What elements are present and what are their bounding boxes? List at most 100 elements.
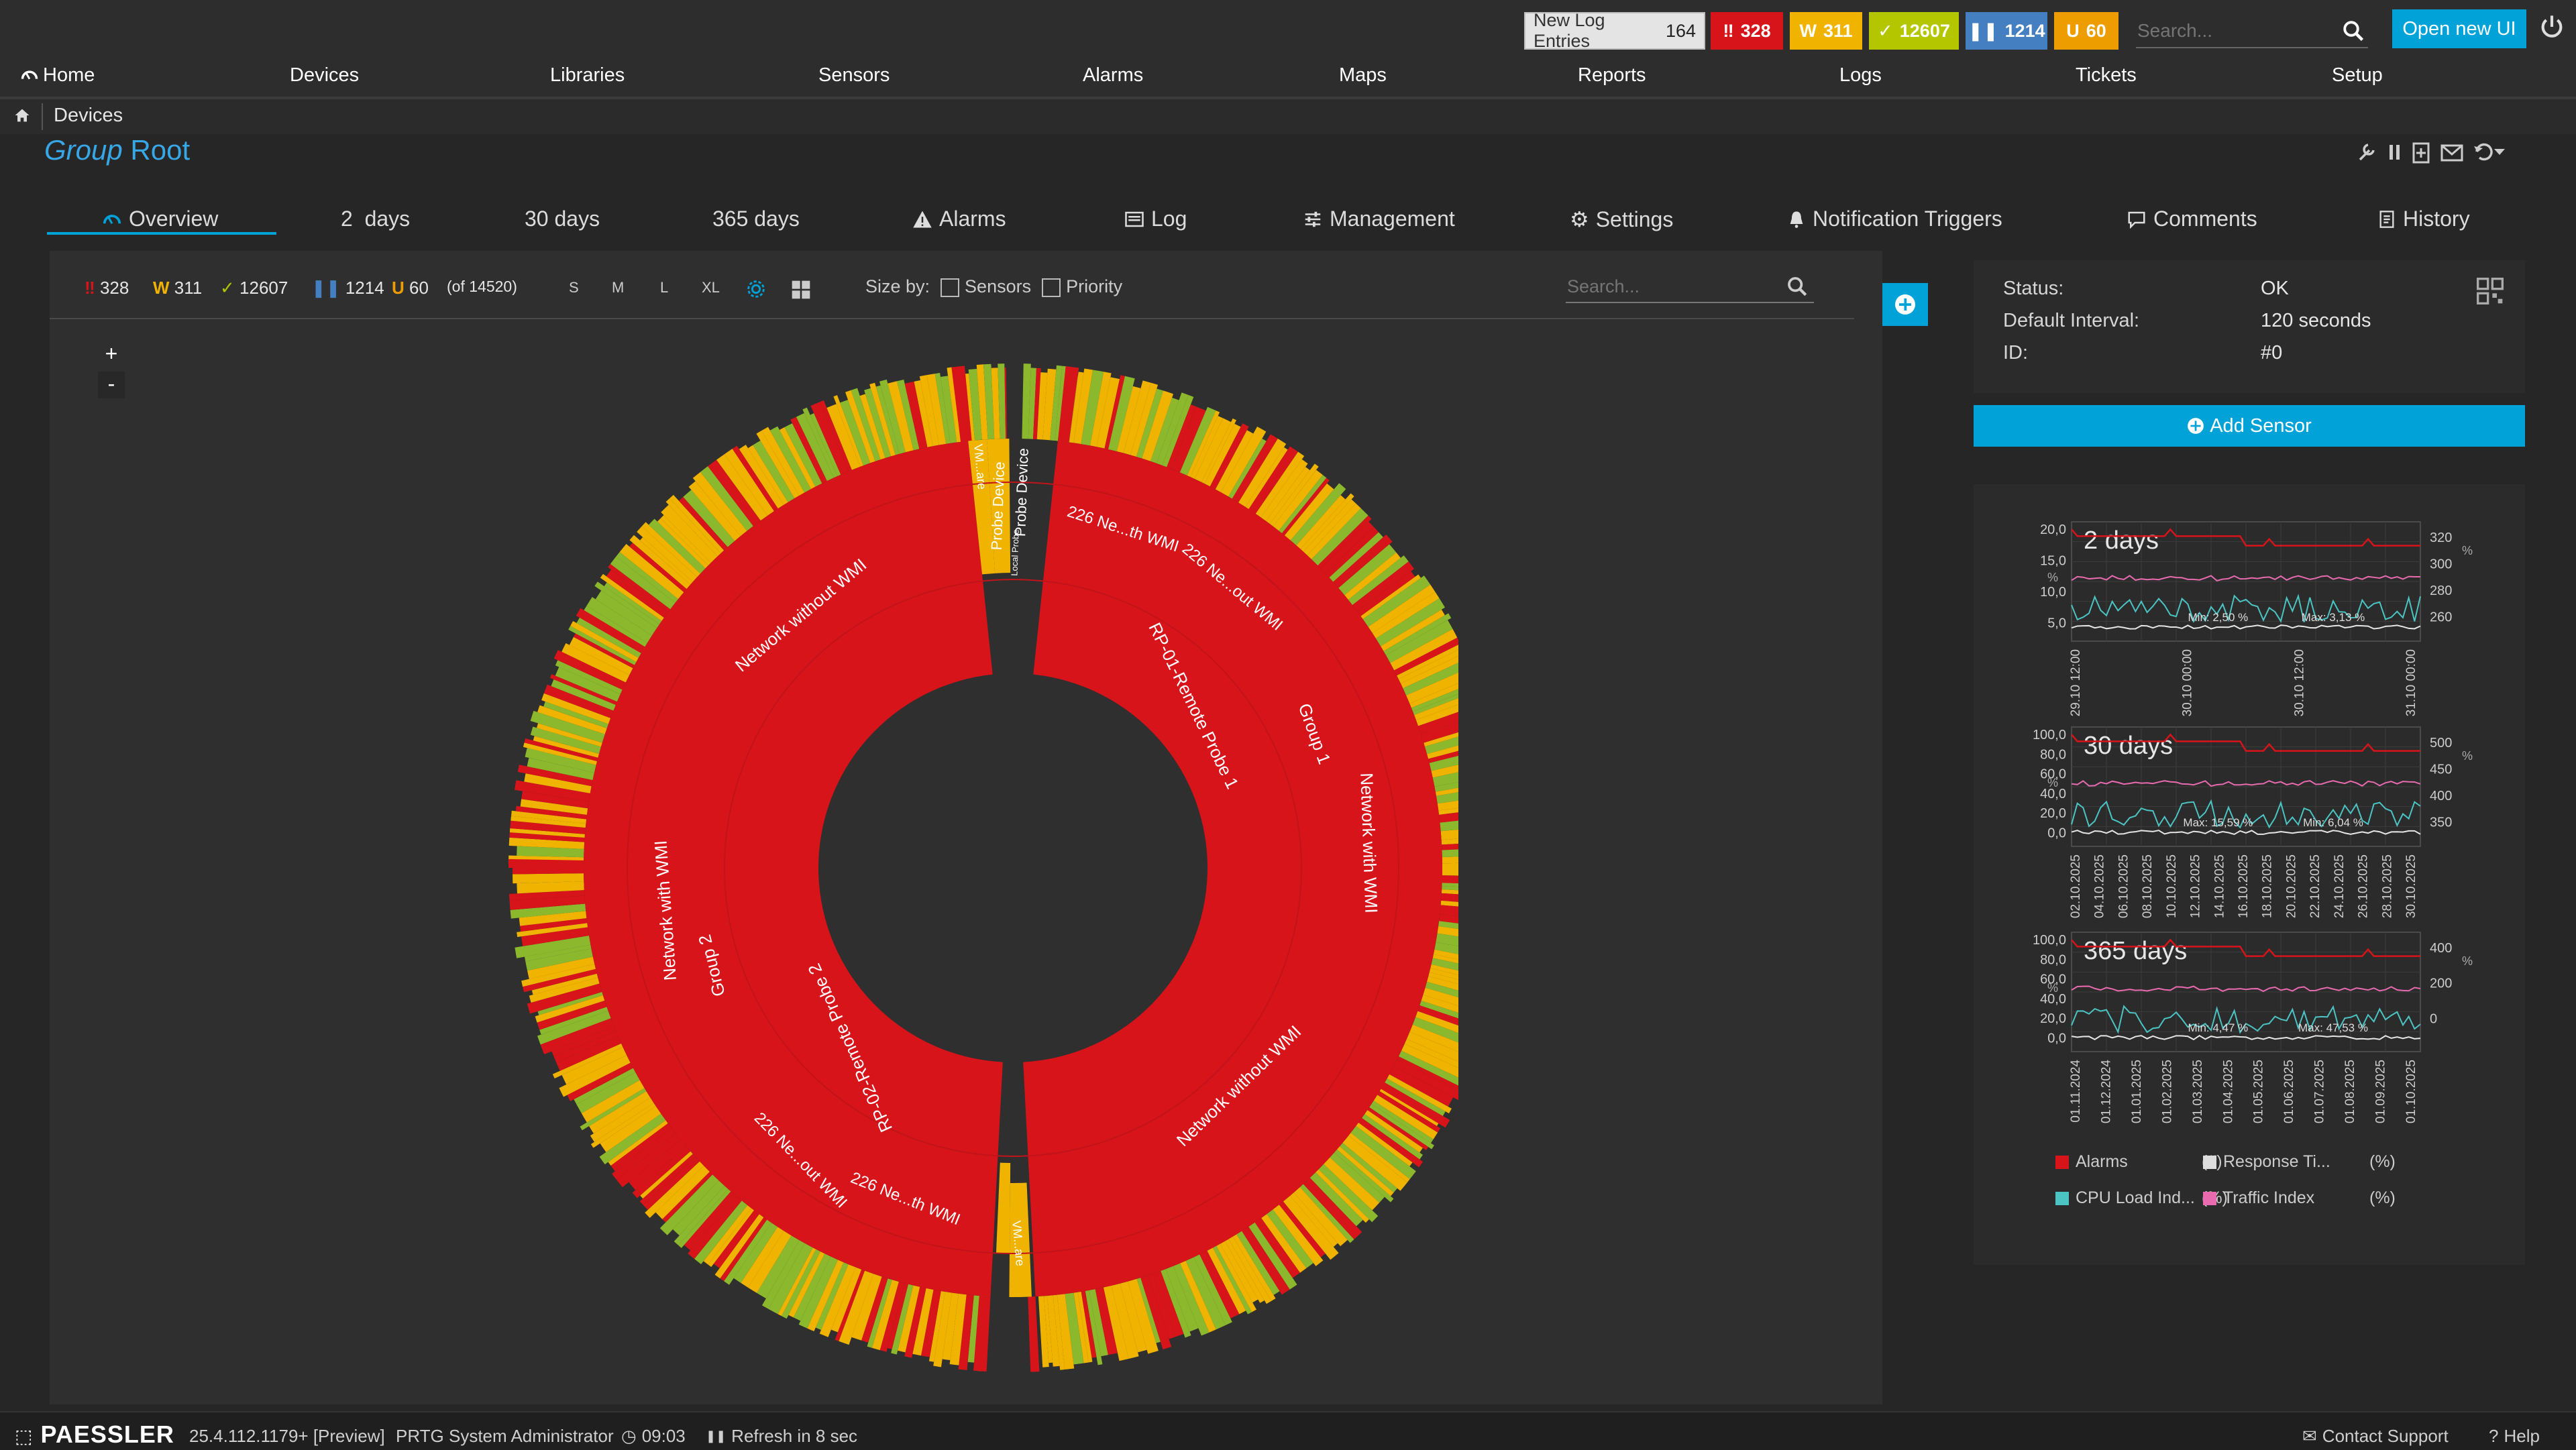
paused-sensors-badge[interactable]: ❚❚ 1214 [1966,12,2047,50]
graph-365-days-x-tick: 01.01.2025 [2130,1060,2144,1123]
qr-code-icon[interactable] [2477,278,2504,304]
probe-device-segment[interactable] [996,1162,1011,1253]
sunburst-chart[interactable]: RP-01-Remote Probe 1RP-02-Remote Probe 2… [439,325,1458,1398]
top-search [2136,15,2368,48]
size-s-button[interactable]: S [569,279,579,296]
refresh-timer[interactable]: ❚❚ Refresh in 8 sec [706,1426,857,1447]
help-label: Help [2504,1426,2540,1446]
nav-item-home[interactable]: Home [20,64,95,87]
breadcrumb-devices[interactable]: Devices [54,105,123,127]
tab-overview[interactable]: Overview [102,207,218,231]
nav-item-maps[interactable]: Maps [1339,64,1387,87]
toolbar-paused-filter[interactable]: ❚❚ 1214 [311,278,384,298]
home-icon[interactable] [12,106,32,125]
graph-365-days-x-tick: 01.07.2025 [2313,1060,2327,1123]
nav-item-sensors[interactable]: Sensors [818,64,890,87]
nav-item-devices[interactable]: Devices [290,64,359,87]
tab-management[interactable]: Management [1303,207,1455,231]
legend-cpu-load[interactable]: CPU Load Ind... (%) [2055,1188,2228,1208]
down-sensors-badge[interactable]: ‼ 328 [1711,12,1783,50]
graph-365-days-x-tick: 01.11.2024 [2069,1060,2083,1123]
add-document-icon[interactable] [2412,142,2430,164]
graph-30-days-note: Max: 15,59 % [2183,816,2253,829]
graph-2-days-title: 2 days [2084,526,2159,555]
tab-comments[interactable]: Comments [2127,207,2257,231]
legend-alarms[interactable]: Alarms (#) [2055,1152,2222,1172]
power-icon[interactable] [2538,12,2565,42]
ok-sensors-badge[interactable]: ✓ 12607 [1869,12,1959,50]
legend-traffic-index[interactable]: Traffic Index (%) [2203,1188,2396,1208]
plus-circle-icon [1895,294,1915,315]
graph-365-days-y2-tick: 400 [2430,941,2452,956]
user-link[interactable]: PRTG System Administrator [396,1426,614,1447]
pause-icon: ❚❚ [311,278,341,298]
toolbar-down-filter[interactable]: ‼ 328 [85,278,129,298]
unusual-sensors-badge[interactable]: U 60 [2054,12,2118,50]
size-by-sensors-option[interactable]: Sensors [941,276,1031,297]
graph-30-days-x-tick: 02.10.2025 [2069,854,2083,918]
nav-item-libraries[interactable]: Libraries [550,64,625,87]
nav-item-setup[interactable]: Setup [2332,64,2383,87]
nav-item-tickets[interactable]: Tickets [2076,64,2137,87]
tab-alarms[interactable]: Alarms [912,207,1006,231]
graph-2-days-x-tick: 30.10 00:00 [2181,649,2195,716]
paused-count: 1214 [2004,20,2045,41]
priority-checkbox[interactable] [1042,278,1061,297]
size-l-button[interactable]: L [660,279,668,296]
zoom-out-button[interactable]: - [98,372,125,398]
chevron-down-icon[interactable] [2494,149,2505,155]
tab-history[interactable]: History [2377,207,2470,231]
warning-sensors-badge[interactable]: W 311 [1790,12,1862,50]
sensor-wedge[interactable] [1442,868,1458,877]
sunburst-view-icon[interactable] [745,278,767,300]
tab-notification-triggers[interactable]: Notification Triggers [1787,207,2002,231]
paessler-logo[interactable]: ⬚ PAESSLER [15,1420,174,1449]
grid-view-icon[interactable] [790,279,812,300]
help-link[interactable]: ? Help [2489,1426,2540,1447]
nav-item-logs[interactable]: Logs [1839,64,1882,87]
search-icon[interactable] [1786,275,1809,298]
new-log-count: 164 [1665,20,1696,41]
tab-log-label: Log [1151,207,1187,231]
top-search-input[interactable] [2136,15,2333,47]
add-sensor-button[interactable]: Add Sensor [1974,405,2525,447]
toolbar-ok-filter[interactable]: ✓ 12607 [220,278,288,298]
tab-30-days[interactable]: 30 days [525,207,600,231]
search-icon[interactable] [2341,19,2365,43]
legend-response-time[interactable]: Response Ti... (%) [2203,1152,2396,1172]
graph-30-days-y-tick: 100,0 [2033,728,2066,742]
wrench-icon[interactable] [2359,144,2375,161]
sunburst-panel: ‼ 328 W 311 ✓ 12607 ❚❚ 1214 U 60 (of 145… [50,251,1882,1404]
toolbar-unusual-filter[interactable]: U 60 [392,278,429,298]
toolbar-ok-count: 12607 [239,278,288,298]
add-button[interactable] [1882,283,1928,326]
sunburst-search-input[interactable] [1566,271,1783,302]
tab-365-days[interactable]: 365 days [712,207,800,231]
graph-2-days-y2-tick: 300 [2430,557,2452,572]
mail-icon[interactable] [2440,144,2463,162]
graph-2-days-note: Min: 2,50 % [2188,611,2249,624]
tab-log[interactable]: Log [1124,207,1187,231]
group-separator-wedge[interactable] [1028,1296,1040,1372]
zoom-in-button[interactable]: + [98,341,125,368]
pause-icon[interactable] [2390,145,2400,160]
new-log-entries-button[interactable]: New Log Entries 164 [1524,10,1705,51]
refresh-icon[interactable] [2474,143,2493,161]
sensors-checkbox[interactable] [941,278,960,297]
graph-2-days-y-tick: 15,0 [2040,553,2066,568]
tab-settings[interactable]: ⚙ Settings [1570,207,1673,232]
sensor-wedge[interactable] [1442,862,1458,869]
id-label: ID: [2003,342,2029,364]
tab-2-days[interactable]: 2 days [341,207,410,231]
nav-item-reports[interactable]: Reports [1578,64,1646,87]
toolbar-warning-filter[interactable]: W 311 [153,278,202,298]
size-by-priority-option[interactable]: Priority [1042,276,1122,297]
size-m-button[interactable]: M [612,279,624,296]
graph-2-days-y-tick: 10,0 [2040,585,2066,600]
contact-support-link[interactable]: ✉ Contact Support [2302,1426,2449,1447]
size-xl-button[interactable]: XL [702,279,720,296]
group-separator-wedge[interactable] [508,858,584,868]
open-new-ui-button[interactable]: Open new UI [2392,9,2526,48]
nav-item-alarms[interactable]: Alarms [1083,64,1143,87]
sensor-wedge[interactable] [513,867,584,875]
